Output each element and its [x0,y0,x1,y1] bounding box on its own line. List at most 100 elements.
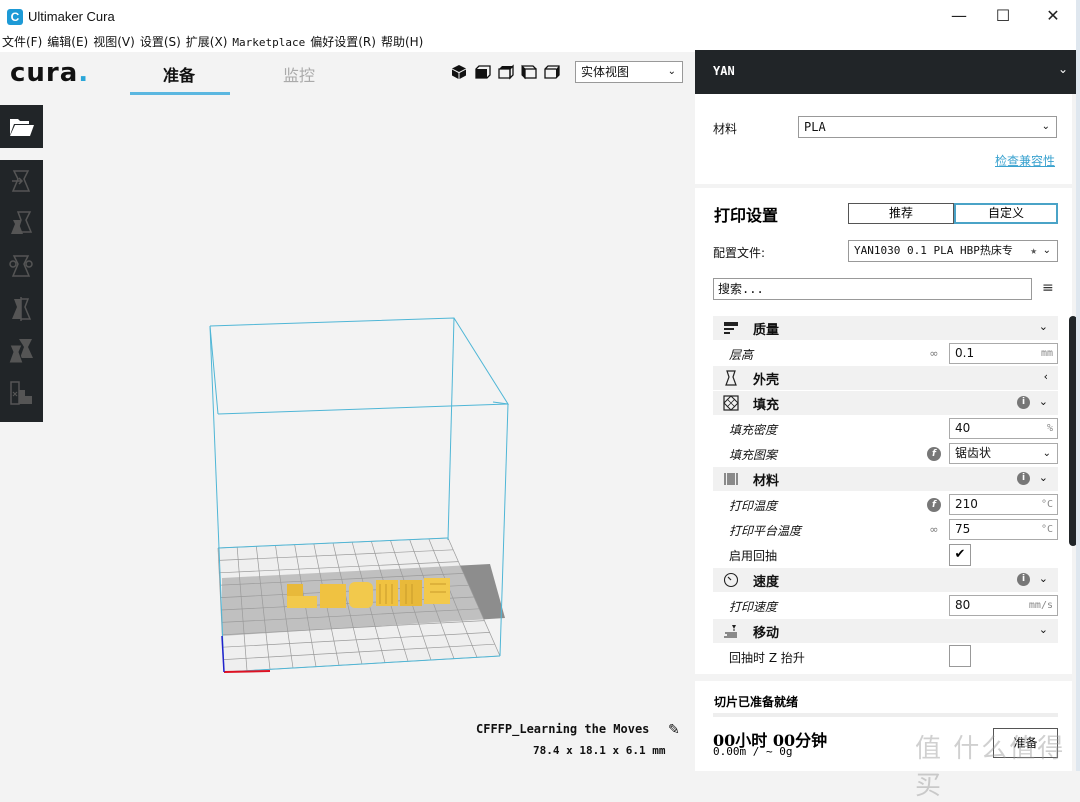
print-settings-title: 打印设置 [714,206,779,225]
chevron-down-icon: ⌄ [1041,121,1050,132]
menu-settings[interactable]: 设置(S) [138,32,184,52]
print-speed-value: 80 [955,598,971,612]
layer-height-input[interactable]: 0.1 mm [949,343,1058,364]
stage-bar: cura. 准备 监控 实体视图 ⌄ [0,52,695,98]
bed-temp-value: 75 [955,522,971,536]
profile-select[interactable]: YAN1030 0.1 PLA HBP热床专 ★ ⌄ [848,240,1058,262]
menu-preferences[interactable]: 偏好设置(R) [308,32,379,52]
window-title: Ultimaker Cura [28,9,115,24]
print-temp-label: 打印温度 [729,499,778,513]
infill-icon [723,395,739,411]
printer-selector[interactable]: YAN ⌄ [695,50,1080,94]
minimize-button[interactable]: — [936,0,982,32]
left-view-icon[interactable] [521,64,537,80]
info-icon[interactable]: i [1017,472,1030,485]
chevron-down-icon: ⌄ [1038,395,1048,408]
print-speed-input[interactable]: 80 mm/s [949,595,1058,616]
material-panel: 材料 PLA ⌄ 检查兼容性 [695,94,1072,184]
menu-view[interactable]: 视图(V) [91,32,138,52]
3d-view-icon[interactable] [451,64,467,80]
category-label: 速度 [753,575,780,590]
infill-density-input[interactable]: 40 % [949,418,1058,439]
profile-value: YAN1030 0.1 PLA HBP热床专 [854,244,1013,257]
mirror-tool-icon[interactable] [8,296,34,322]
category-label: 质量 [753,323,780,338]
unit-label: mm/s [1028,600,1053,611]
category-shell[interactable]: 外壳 ‹ [713,366,1058,390]
infill-density-label: 填充密度 [729,423,778,437]
open-file-button[interactable] [0,105,43,148]
material-label: 材料 [713,122,738,136]
chevron-down-icon: ⌄ [1042,448,1051,459]
speed-icon [723,572,739,588]
star-icon[interactable]: ★ [1030,241,1037,261]
pencil-edit-icon[interactable]: ✎ [668,722,680,738]
retraction-checkbox[interactable]: ✔ [949,544,971,566]
layer-height-value: 0.1 [955,346,975,360]
menu-help[interactable]: 帮助(H) [379,32,426,52]
z-hop-checkbox[interactable] [949,645,971,667]
right-view-icon[interactable] [544,64,560,80]
title-bar: C Ultimaker Cura — ☐ ✕ [0,0,1080,32]
material-icon [724,473,738,485]
open-folder-icon [10,119,34,136]
scale-tool-icon[interactable] [8,210,34,236]
z-hop-label: 回抽时 Z 抬升 [729,651,805,665]
settings-search-input[interactable]: 搜索... [713,278,1032,300]
category-label: 填充 [753,398,780,413]
travel-icon [724,625,737,638]
info-icon[interactable]: i [1017,573,1030,586]
chevron-down-icon: ⌄ [1038,623,1048,636]
settings-menu-icon[interactable]: ≡ [1042,280,1054,296]
chevron-down-icon: ⌄ [1038,320,1048,333]
link-icon: ∞ [929,347,939,360]
build-volume-viewport[interactable] [43,98,695,771]
chevron-down-icon: ⌄ [1057,62,1068,76]
category-travel[interactable]: 移动 ⌄ [713,619,1058,643]
move-tool-icon[interactable] [8,168,34,194]
bed-temp-input[interactable]: 75 °C [949,519,1058,540]
object-dimensions: 78.4 x 18.1 x 6.1 mm [533,744,666,757]
material-value: PLA [804,120,826,134]
material-usage: 0.00m / ~ 0g [713,745,793,758]
shell-icon [725,370,737,386]
info-icon[interactable]: i [1017,396,1030,409]
close-button[interactable]: ✕ [1030,0,1076,32]
function-icon: f [927,447,941,461]
chevron-down-icon: ⌄ [1042,245,1051,256]
tab-monitor[interactable]: 监控 [283,62,315,86]
slice-status: 切片已准备就绪 [714,695,799,709]
unit-label: °C [1040,524,1053,535]
menu-edit[interactable]: 编辑(E) [45,32,91,52]
window-edge [1076,0,1080,771]
top-view-icon[interactable] [498,64,514,80]
print-speed-label: 打印速度 [729,600,778,614]
support-blocker-icon[interactable] [8,380,34,406]
rotate-tool-icon[interactable] [8,253,34,279]
category-speed[interactable]: 速度 i ⌄ [713,568,1058,592]
category-infill[interactable]: 填充 i ⌄ [713,391,1058,415]
infill-pattern-select[interactable]: 锯齿状 ⌄ [949,443,1058,464]
print-settings-panel: 打印设置 推荐 自定义 配置文件: YAN1030 0.1 PLA HBP热床专… [695,188,1072,674]
maximize-button[interactable]: ☐ [980,0,1026,32]
category-quality[interactable]: 质量 ⌄ [713,316,1058,340]
view-mode-select[interactable]: 实体视图 ⌄ [575,61,683,83]
category-material[interactable]: 材料 i ⌄ [713,467,1058,491]
unit-label: mm [1040,348,1053,359]
menu-marketplace[interactable]: Marketplace [230,33,308,53]
recommended-mode-button[interactable]: 推荐 [848,203,954,224]
front-view-icon[interactable] [475,64,491,80]
print-temp-input[interactable]: 210 °C [949,494,1058,515]
menu-extensions[interactable]: 扩展(X) [184,32,231,52]
category-label: 材料 [753,474,780,489]
function-icon: f [927,498,941,512]
logo-text: cura [10,58,79,88]
material-select[interactable]: PLA ⌄ [798,116,1057,138]
per-model-settings-icon[interactable] [8,338,34,364]
tab-prepare[interactable]: 准备 [163,62,195,86]
menu-bar: 文件(F) 编辑(E) 视图(V) 设置(S) 扩展(X) Marketplace 偏好设置… [0,32,1080,52]
check-compatibility-link[interactable]: 检查兼容性 [995,152,1055,169]
menu-file[interactable]: 文件(F) [0,32,45,52]
chevron-down-icon: ⌄ [1038,471,1048,484]
custom-mode-button[interactable]: 自定义 [954,203,1058,224]
